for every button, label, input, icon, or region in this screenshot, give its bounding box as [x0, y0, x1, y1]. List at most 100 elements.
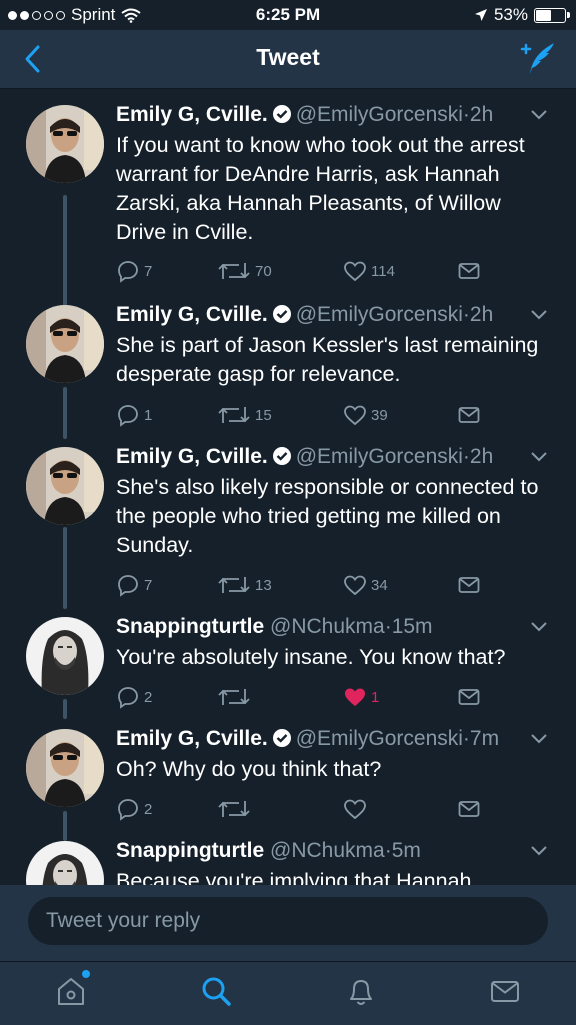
tab-notifications[interactable]: [344, 974, 378, 1008]
tweet[interactable]: Emily G, Cville. @EmilyGorcenski·2h She's…: [0, 443, 576, 613]
caret-down-icon[interactable]: [530, 451, 548, 463]
battery-percent: 53%: [493, 5, 528, 24]
compose-tweet-icon[interactable]: [518, 40, 556, 78]
dm-button[interactable]: [457, 797, 481, 821]
home-icon: [58, 978, 84, 1005]
status-right: 53%: [474, 5, 570, 25]
status-bar: Sprint 6:25 PM 53%: [0, 0, 576, 30]
avatar[interactable]: [26, 305, 104, 383]
retweet-icon: [218, 577, 250, 593]
tweet-actions: 7 13 34: [116, 573, 536, 599]
dm-button[interactable]: [457, 403, 481, 427]
tweet[interactable]: Emily G, Cville. @EmilyGorcenski·7m Oh? W…: [0, 725, 576, 835]
reply-input[interactable]: Tweet your reply: [28, 897, 548, 945]
like-icon: [344, 405, 366, 426]
like-icon: [344, 261, 366, 282]
new-tweets-dot: [82, 970, 90, 978]
tweet-text: She's also likely responsible or connect…: [116, 475, 539, 557]
display-name[interactable]: Emily G, Cville.: [116, 303, 268, 326]
page-title: Tweet: [256, 44, 320, 70]
tweet[interactable]: Emily G, Cville. @EmilyGorcenski·2h She i…: [0, 301, 576, 441]
tweet-text: She is part of Jason Kessler's last rema…: [116, 333, 539, 386]
like-icon: [344, 799, 366, 820]
avatar[interactable]: [26, 729, 104, 807]
reply-button[interactable]: 7: [116, 259, 152, 283]
timestamp: 2h: [469, 445, 494, 468]
display-name[interactable]: Snappingturtle: [116, 615, 264, 638]
like-button[interactable]: [343, 797, 371, 821]
handle[interactable]: @EmilyGorcenski: [296, 727, 463, 750]
display-name[interactable]: Snappingturtle: [116, 839, 264, 862]
reply-count: 2: [144, 800, 153, 818]
handle[interactable]: @EmilyGorcenski: [296, 445, 463, 468]
avatar[interactable]: [26, 447, 104, 525]
avatar[interactable]: [26, 105, 104, 183]
caret-down-icon[interactable]: [530, 309, 548, 321]
handle[interactable]: @EmilyGorcenski: [296, 303, 463, 326]
tab-search[interactable]: [199, 974, 233, 1008]
display-name[interactable]: Emily G, Cville.: [116, 445, 268, 468]
retweet-count: 13: [255, 576, 272, 594]
like-button[interactable]: 39: [343, 403, 388, 427]
timestamp: 5m: [391, 839, 421, 862]
caret-down-icon[interactable]: [530, 733, 548, 745]
tab-home[interactable]: [54, 970, 90, 1008]
nav-bar: Tweet: [0, 30, 576, 89]
handle[interactable]: @NChukma: [270, 615, 385, 638]
reply-button[interactable]: 1: [116, 403, 152, 427]
retweet-button[interactable]: 70: [217, 259, 272, 283]
like-button[interactable]: 34: [343, 573, 388, 597]
avatar[interactable]: [26, 841, 104, 885]
reply-button[interactable]: 2: [116, 797, 152, 821]
retweet-button[interactable]: 15: [217, 403, 272, 427]
dm-icon: [458, 577, 480, 593]
reply-bar: Tweet your reply: [0, 885, 576, 961]
caret-down-icon[interactable]: [530, 621, 548, 633]
tweet-text: If you want to know who took out the arr…: [116, 133, 525, 244]
tweet-actions: 2: [116, 797, 536, 823]
dm-button[interactable]: [457, 259, 481, 283]
like-icon: [345, 688, 365, 706]
retweet-icon: [218, 407, 250, 423]
tab-messages[interactable]: [488, 974, 522, 1008]
dm-icon: [458, 407, 480, 423]
display-name[interactable]: Emily G, Cville.: [116, 103, 268, 126]
tweet-text: Because you're implying that Hannah: [116, 869, 472, 885]
retweet-icon: [218, 689, 250, 705]
tweet-text: You're absolutely insane. You know that?: [116, 645, 506, 669]
tweet[interactable]: Emily G, Cville. @EmilyGorcenski·2h If yo…: [0, 101, 576, 301]
battery-icon: [534, 7, 570, 23]
dm-button[interactable]: [457, 573, 481, 597]
reply-button[interactable]: 2: [116, 685, 152, 709]
tweet-header: Emily G, Cville. @EmilyGorcenski·2h: [116, 303, 494, 326]
handle[interactable]: @EmilyGorcenski: [296, 103, 463, 126]
reply-icon: [118, 575, 138, 597]
retweet-button[interactable]: 13: [217, 573, 272, 597]
tweet-header: Emily G, Cville. @EmilyGorcenski·7m: [116, 727, 500, 750]
dm-icon: [458, 801, 480, 817]
like-button[interactable]: 114: [343, 259, 395, 283]
tweet[interactable]: Snappingturtle @NChukma·15m You're absol…: [0, 613, 576, 723]
caret-down-icon[interactable]: [530, 845, 548, 857]
retweet-button[interactable]: [217, 797, 255, 821]
location-arrow-icon: [474, 9, 487, 21]
retweet-icon: [218, 263, 250, 279]
reply-icon: [118, 799, 138, 821]
notifications-icon: [350, 980, 372, 1005]
retweet-count: 15: [255, 406, 272, 424]
retweet-button[interactable]: [217, 685, 255, 709]
reply-button[interactable]: 7: [116, 573, 152, 597]
dm-icon: [458, 689, 480, 705]
avatar[interactable]: [26, 617, 104, 695]
verified-icon: [272, 447, 291, 465]
retweet-icon: [218, 801, 250, 817]
verified-icon: [272, 305, 291, 323]
display-name[interactable]: Emily G, Cville.: [116, 727, 268, 750]
tweet-text: Oh? Why do you think that?: [116, 757, 382, 781]
like-count: 34: [371, 576, 388, 594]
handle[interactable]: @NChukma: [270, 839, 385, 862]
caret-down-icon[interactable]: [530, 109, 548, 121]
like-button[interactable]: 1: [343, 685, 379, 709]
dm-button[interactable]: [457, 685, 481, 709]
tweet[interactable]: Snappingturtle @NChukma·5m Because you'r…: [0, 837, 576, 885]
